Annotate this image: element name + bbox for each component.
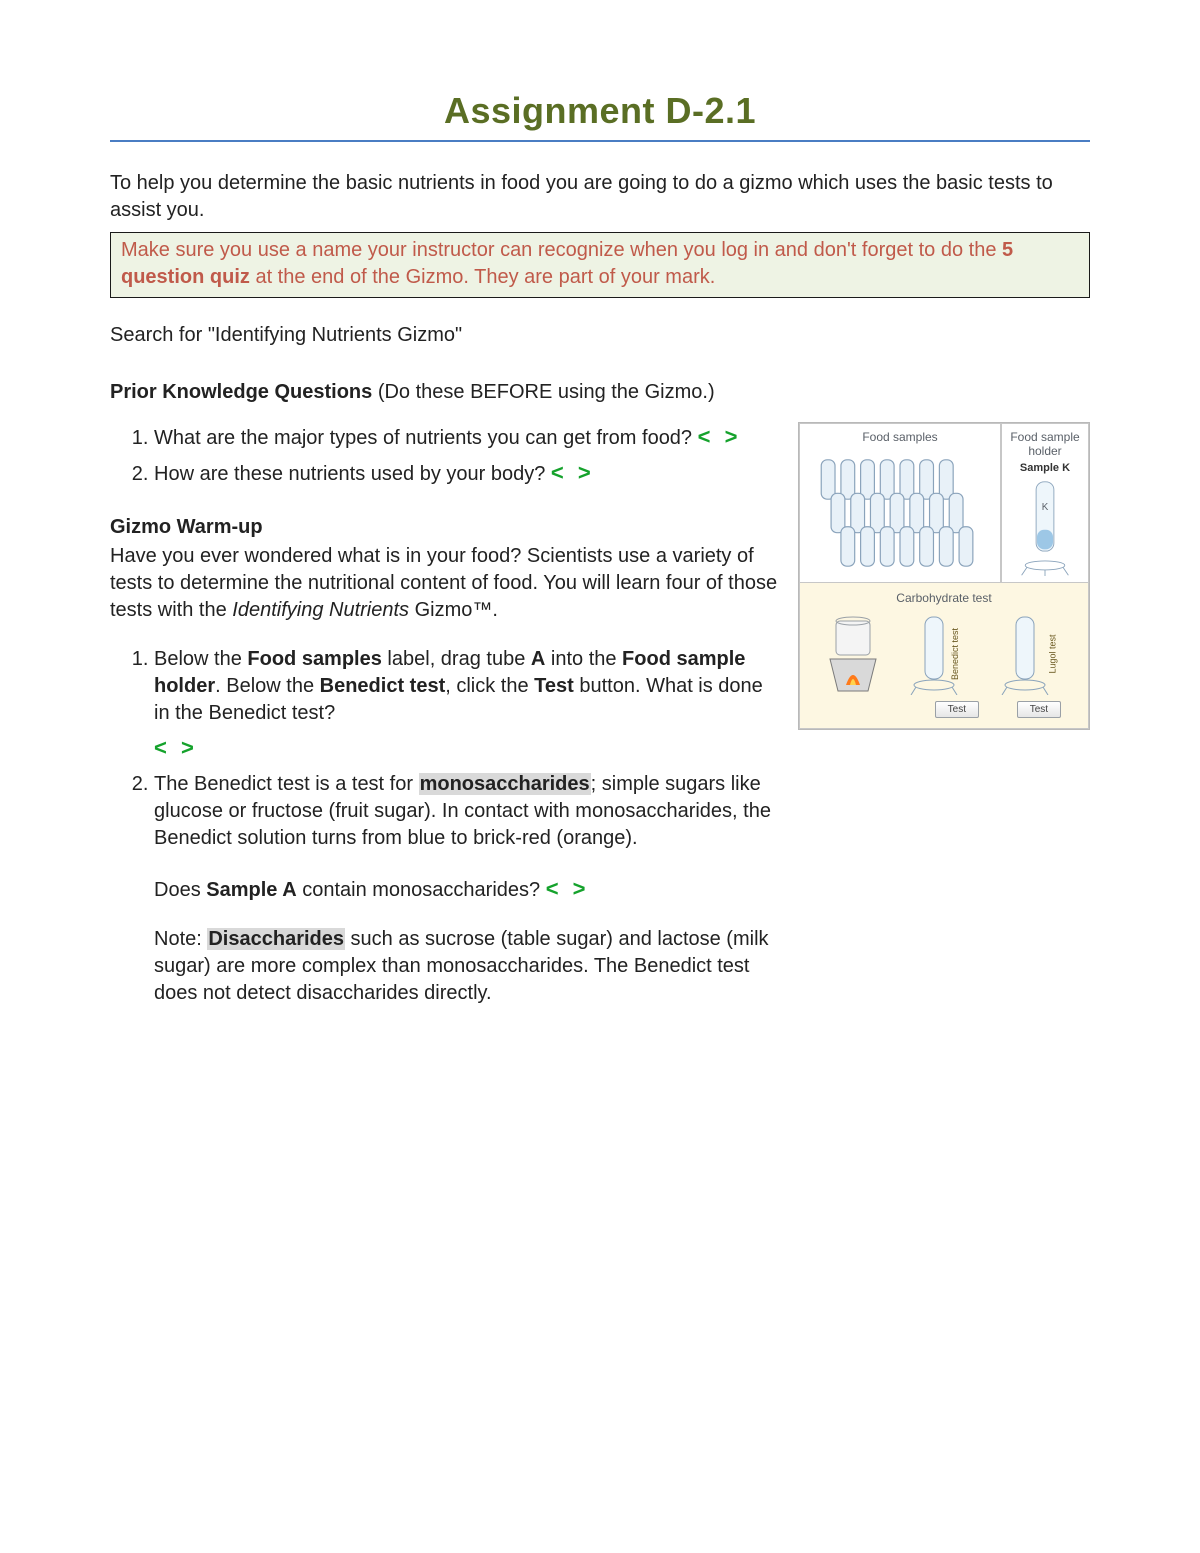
warmup-q2: The Benedict test is a test for monosacc… [154,771,778,852]
tube-rack-icon [806,448,994,576]
t: Does [154,879,206,901]
benedict-tube-group: Benedict test [909,615,979,695]
t: A [531,648,545,670]
holder-label: Food sample holder [1006,430,1084,458]
t: Sample A [206,879,296,901]
t: The Benedict test is a test for [154,773,419,795]
t: Below the [154,648,247,670]
notice-text-a: Make sure you use a name your instructor… [121,239,1002,261]
benedict-vlabel: Benedict test [950,628,960,680]
warmup-ital: Identifying Nutrients [232,599,409,621]
gizmo-top-panels: Food samples [799,423,1089,583]
pk-question-list: What are the major types of nutrients yo… [110,422,778,488]
t: . Below the [215,675,320,697]
pk-sub: (Do these BEFORE using the Gizmo.) [372,381,714,403]
t: contain monosaccharides? [297,879,540,901]
t: Benedict test [320,675,446,697]
warmup-q1: Below the Food samples label, drag tube … [154,646,778,763]
lugol-tube-group: Lugol test [1000,615,1070,695]
followup-question: Does Sample A contain monosaccharides? <… [154,874,778,904]
test-buttons-row: Test Test [808,697,1080,718]
lugol-tube-icon [1000,615,1050,695]
t: Food samples [247,648,381,670]
pk-head: Prior Knowledge Questions [110,381,372,403]
food-samples-panel: Food samples [799,423,1001,583]
highlight-disaccharides: Disaccharides [207,928,345,950]
answer-field-icon[interactable]: < > [546,876,590,901]
gizmo-diagram: Food samples [798,422,1090,730]
page-title: Assignment D-2.1 [110,90,1090,132]
burner-beaker-icon [818,615,888,695]
carbohydrate-test-panel: Carbohydrate test Benedict test [799,583,1089,729]
t: label, drag tube [382,648,531,670]
tube-letter: K [1042,502,1049,513]
intro-text: To help you determine the basic nutrient… [110,170,1090,224]
pk-q2-text: How are these nutrients used by your bod… [154,463,545,485]
t: into the [545,648,622,670]
notice-box: Make sure you use a name your instructor… [110,232,1090,298]
lugol-test-button[interactable]: Test [1017,701,1061,718]
t: Test [534,675,574,697]
highlight-monosaccharides: monosaccharides [419,773,591,795]
warmup-question-list: Below the Food samples label, drag tube … [110,646,778,852]
t: , click the [445,675,534,697]
notice-text-b: at the end of the Gizmo. They are part o… [250,266,715,288]
food-sample-holder-panel: Food sample holder Sample K K [1001,423,1089,583]
food-samples-label: Food samples [806,430,994,444]
warmup-b: Gizmo™. [409,599,498,621]
answer-field-icon[interactable]: < > [154,733,778,763]
document-page: Assignment D-2.1 To help you determine t… [0,0,1200,1047]
answer-field-icon[interactable]: < > [551,460,595,485]
pk-q1-text: What are the major types of nutrients yo… [154,427,692,449]
warmup-text: Have you ever wondered what is in your f… [110,543,778,624]
carb-test-label: Carbohydrate test [808,591,1080,605]
right-column: Food samples [798,422,1090,730]
t: Note: [154,928,207,950]
prior-knowledge-heading: Prior Knowledge Questions (Do these BEFO… [110,381,1090,404]
content-columns: What are the major types of nutrients yo… [110,422,1090,1007]
carb-row: Benedict test Lugol test [808,611,1080,695]
lugol-vlabel: Lugol test [1047,634,1057,673]
search-instruction: Search for "Identifying Nutrients Gizmo" [110,324,1090,347]
answer-field-icon[interactable]: < > [698,424,742,449]
pk-q2: How are these nutrients used by your bod… [154,458,778,488]
warmup-heading: Gizmo Warm-up [110,516,778,539]
note-paragraph: Note: Disaccharides such as sucrose (tab… [154,926,778,1007]
tube-stand-icon [1018,560,1072,576]
benedict-test-button[interactable]: Test [935,701,979,718]
title-rule [110,140,1090,142]
left-column: What are the major types of nutrients yo… [110,422,778,1007]
sample-tube-icon: K [1027,480,1063,560]
holder-sample-name: Sample K [1006,462,1084,474]
pk-q1: What are the major types of nutrients yo… [154,422,778,452]
